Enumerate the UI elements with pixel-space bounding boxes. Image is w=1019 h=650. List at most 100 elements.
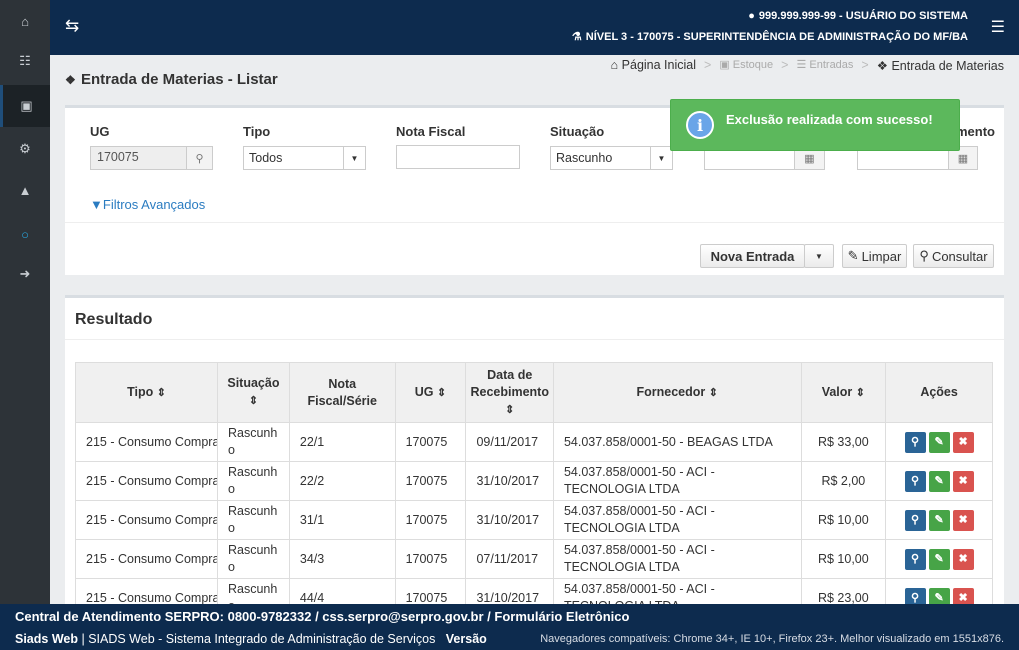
ug-input[interactable]: 170075 [90, 146, 187, 170]
column-header-label: Ações [920, 385, 958, 399]
situacao-select-value: Rascunho [556, 151, 613, 165]
page-title: ❖ Entrada de Materias - Listar [65, 71, 278, 88]
user-info: ● 999.999.999-99 - USUÁRIO DO SISTEMA [748, 10, 968, 22]
view-button[interactable]: ⚲ [904, 431, 926, 453]
result-table: Tipo ⇕ Situação ⇕ Nota Fiscal/Série UG ⇕ … [75, 362, 993, 618]
cubes-icon: ❖ [876, 59, 888, 73]
column-header-situacao[interactable]: Situação ⇕ [217, 362, 290, 423]
cell-tipo: 215 - Consumo Compra [75, 422, 218, 462]
column-header-data[interactable]: Data de Recebimento ⇕ [465, 362, 554, 423]
nova-entrada-button[interactable]: Nova Entrada [700, 244, 805, 268]
cell-tipo: 215 - Consumo Compra [75, 539, 218, 579]
sort-icon: ⇕ [855, 386, 865, 399]
table-header-row: Tipo ⇕ Situação ⇕ Nota Fiscal/Série UG ⇕ … [75, 362, 993, 423]
box-icon[interactable]: ▣ [0, 85, 50, 127]
cell-fornecedor: 54.037.858/0001-50 - ACI - TECNOLOGIA LT… [552, 500, 802, 540]
delete-button[interactable]: ✖ [952, 509, 974, 531]
view-button[interactable]: ⚲ [904, 470, 926, 492]
column-header-acoes: Ações [885, 362, 993, 423]
consultar-button[interactable]: ⚲ Consultar [913, 244, 994, 268]
footer-contact: Central de Atendimento SERPRO: 0800-9782… [15, 609, 630, 624]
breadcrumb-estoque[interactable]: ▣ Estoque [719, 58, 773, 73]
nota-fiscal-label: Nota Fiscal [396, 124, 466, 139]
column-header-ug[interactable]: UG ⇕ [394, 362, 467, 423]
situacao-label: Situação [550, 124, 605, 139]
column-header-label: UG [414, 384, 434, 399]
result-panel: Resultado Tipo ⇕ Situação ⇕ Nota Fiscal/S… [65, 295, 1004, 618]
pencil-icon: ✎ [934, 474, 944, 487]
barcode-icon[interactable]: ☷ [0, 40, 50, 82]
pencil-icon: ✎ [934, 435, 944, 448]
close-icon: ✖ [958, 474, 968, 487]
breadcrumb-current-label: Entrada de Materias [891, 59, 1004, 73]
footer-compat: Navegadores compatíveis: Chrome 34+, IE … [540, 633, 1004, 645]
row-actions: ⚲ ✎ ✖ [896, 431, 982, 453]
row-actions: ⚲ ✎ ✖ [896, 470, 982, 492]
edit-button[interactable]: ✎ [928, 470, 950, 492]
column-header-tipo[interactable]: Tipo ⇕ [75, 362, 218, 423]
edit-button[interactable]: ✎ [928, 431, 950, 453]
gears-icon[interactable]: ⚙ [0, 128, 50, 170]
edit-button[interactable]: ✎ [928, 548, 950, 570]
breadcrumb-home[interactable]: ⌂ Página Inicial [611, 58, 696, 73]
search-icon[interactable]: ⚲ [186, 146, 213, 170]
breadcrumb-separator: > [704, 58, 712, 72]
view-button[interactable]: ⚲ [904, 509, 926, 531]
chevron-down-icon: ▼ [343, 147, 365, 169]
footer-system: Siads Web | SIADS Web - Sistema Integrad… [15, 632, 487, 646]
cell-ug: 170075 [394, 500, 467, 540]
table-row: 215 - Consumo Compra Rascunho 34/3 170075 07… [75, 539, 993, 579]
level-text: NÍVEL 3 - 170075 - SUPERINTENDÊNCIA DE A… [585, 31, 968, 43]
success-toast[interactable]: i Exclusão realizada com sucesso! [670, 99, 960, 151]
level-info: ⚗ NÍVEL 3 - 170075 - SUPERINTENDÊNCIA DE … [572, 30, 968, 43]
column-header-nota-fiscal[interactable]: Nota Fiscal/Série [288, 362, 396, 423]
sign-in-icon[interactable]: ➜ [0, 253, 50, 295]
cell-fornecedor: 54.037.858/0001-50 - ACI - TECNOLOGIA LT… [552, 461, 802, 501]
cell-data: 31/10/2017 [465, 500, 554, 540]
top-header: ⇆ ● 999.999.999-99 - USUÁRIO DO SISTEMA ⚗… [50, 0, 1019, 55]
home-icon: ⌂ [610, 58, 619, 72]
cell-nota-fiscal: 34/3 [288, 539, 396, 579]
cell-situacao: Rascunho [217, 422, 290, 462]
search-icon: ⚲ [911, 474, 920, 487]
table-row: 215 - Consumo Compra Rascunho 31/1 170075 31… [75, 500, 993, 540]
delete-button[interactable]: ✖ [952, 431, 974, 453]
toast-message: Exclusão realizada com sucesso! [726, 112, 933, 127]
search-icon: ⚲ [911, 552, 920, 565]
circle-icon[interactable]: ○ [0, 213, 50, 255]
cell-acoes: ⚲ ✎ ✖ [885, 500, 993, 540]
delete-button[interactable]: ✖ [952, 470, 974, 492]
delete-button[interactable]: ✖ [952, 548, 974, 570]
edit-button[interactable]: ✎ [928, 509, 950, 531]
table-row: 215 - Consumo Compra Rascunho 22/1 170075 09… [75, 422, 993, 462]
cell-fornecedor: 54.037.858/0001-50 - BEAGAS LTDA [552, 422, 802, 462]
advanced-filters-link[interactable]: ▼Filtros Avançados [90, 197, 205, 212]
tipo-select-value: Todos [249, 151, 283, 165]
column-header-fornecedor[interactable]: Fornecedor ⇕ [552, 362, 802, 423]
chevron-down-icon: ▼ [650, 147, 672, 169]
home-icon[interactable]: ⌂ [0, 0, 50, 42]
breadcrumb-entradas-label: Entradas [809, 59, 854, 71]
menu-icon[interactable]: ☰ [991, 17, 1005, 37]
consultar-label: Consultar [931, 248, 988, 264]
view-button[interactable]: ⚲ [904, 548, 926, 570]
nota-fiscal-input[interactable] [396, 145, 520, 169]
column-header-valor[interactable]: Valor ⇕ [800, 362, 887, 423]
situacao-select[interactable]: Rascunho ▼ [550, 146, 673, 170]
tipo-select[interactable]: Todos ▼ [243, 146, 366, 170]
breadcrumb-entradas[interactable]: ☰ Entradas [796, 58, 853, 73]
graduation-cap-icon[interactable]: ▲ [0, 169, 50, 211]
sort-icon: ⇕ [156, 386, 166, 399]
cell-situacao: Rascunho [217, 539, 290, 579]
search-icon: ⚲ [919, 248, 929, 263]
column-header-label: Situação [227, 376, 280, 390]
pencil-icon: ✎ [934, 513, 944, 526]
close-icon: ✖ [958, 552, 968, 565]
cell-valor: R$ 33,00 [800, 422, 887, 462]
exchange-icon[interactable]: ⇆ [65, 16, 79, 36]
column-header-label: Data de Recebimento [470, 367, 549, 399]
footer-brand: Siads Web [15, 632, 78, 646]
chevron-down-icon[interactable]: ▼ [804, 244, 834, 268]
search-icon: ⚲ [911, 513, 920, 526]
limpar-button[interactable]: ✎ Limpar [842, 244, 907, 268]
